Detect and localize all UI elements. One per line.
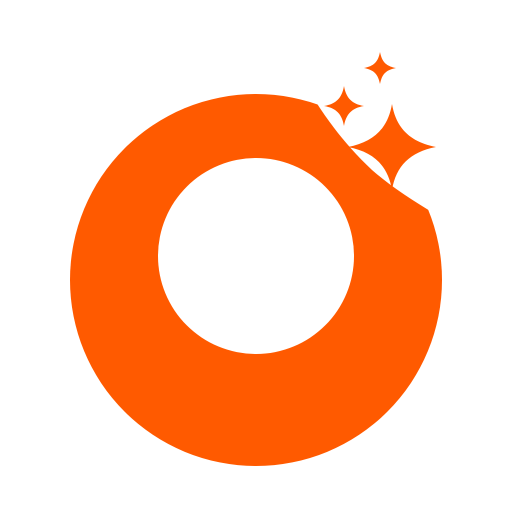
app-icon-canvas [0,0,512,512]
sparkle-icon-small [364,52,396,84]
app-logo [70,52,442,466]
